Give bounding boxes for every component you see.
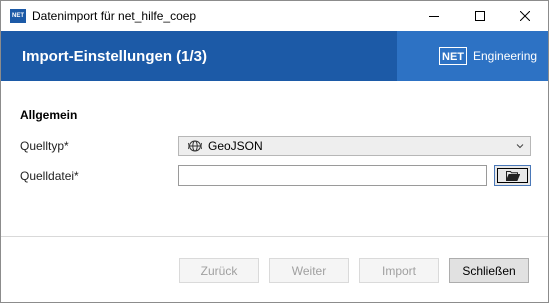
- app-icon: NET: [10, 9, 26, 23]
- maximize-button[interactable]: [457, 1, 503, 31]
- footer-divider: [1, 236, 548, 237]
- logo-mark: NET: [439, 47, 467, 65]
- source-file-input[interactable]: [178, 165, 487, 186]
- brand-logo: NET Engineering: [397, 31, 548, 81]
- window-title: Datenimport für net_hilfe_coep: [32, 9, 197, 23]
- dialog-window: NET Datenimport für net_hilfe_coep Impor…: [0, 0, 549, 303]
- header-banner: Import-Einstellungen (1/3) NET Engineeri…: [1, 31, 548, 81]
- title-bar: NET Datenimport für net_hilfe_coep: [1, 1, 548, 31]
- folder-open-icon: [505, 170, 520, 181]
- minimize-icon: [429, 16, 439, 17]
- minimize-button[interactable]: [411, 1, 457, 31]
- chevron-down-icon: [516, 144, 524, 149]
- section-title: Allgemein: [20, 108, 78, 122]
- source-type-select[interactable]: GeoJSON: [178, 136, 531, 156]
- import-button[interactable]: Import: [359, 258, 439, 283]
- close-window-button[interactable]: [502, 1, 548, 31]
- maximize-icon: [475, 11, 485, 21]
- page-title: Import-Einstellungen (1/3): [22, 48, 208, 65]
- browse-button[interactable]: [494, 165, 531, 186]
- source-type-label: Quelltyp*: [20, 139, 69, 153]
- close-button[interactable]: Schließen: [449, 258, 529, 283]
- back-button[interactable]: Zurück: [179, 258, 259, 283]
- close-icon: [520, 11, 530, 21]
- next-button[interactable]: Weiter: [269, 258, 349, 283]
- globe-icon: [188, 140, 202, 152]
- source-file-label: Quelldatei*: [20, 169, 79, 183]
- browse-button-focus: [497, 168, 528, 183]
- source-type-value: GeoJSON: [208, 139, 263, 153]
- logo-text: Engineering: [473, 49, 538, 63]
